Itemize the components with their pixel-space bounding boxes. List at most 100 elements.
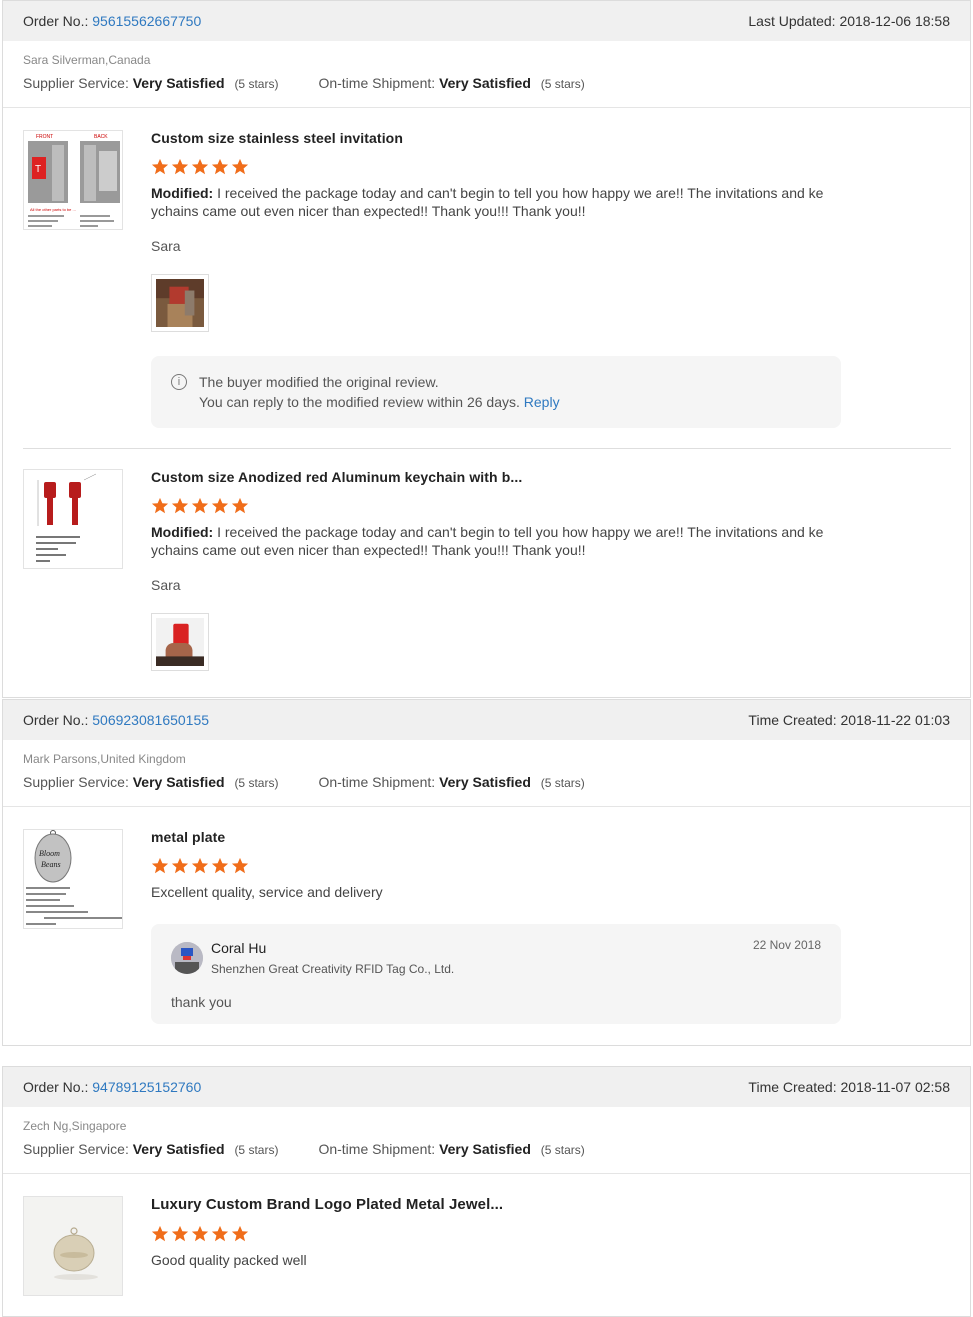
reply-company: Shenzhen Great Creativity RFID Tag Co., … [211, 962, 455, 976]
buyer-info: Mark Parsons,United Kingdom Supplier Ser… [3, 740, 970, 807]
shipment-stars: (5 stars) [540, 1143, 585, 1157]
product-title[interactable]: Custom size Anodized red Aluminum keycha… [151, 469, 841, 485]
star-icon [191, 857, 209, 874]
star-icon [191, 497, 209, 514]
supplier-service-stars: (5 stars) [234, 77, 279, 91]
review-signer: Sara [151, 577, 181, 593]
order-time-label: Time Created: [748, 712, 837, 728]
buyer-name: Mark Parsons,United Kingdom [23, 752, 186, 766]
product-thumbnail[interactable] [23, 1196, 123, 1296]
reply-date: 22 Nov 2018 [752, 938, 821, 952]
supplier-service-value: Very Satisfied [132, 1141, 225, 1157]
reply-author: Coral Hu [211, 940, 267, 956]
review-content: Custom size stainless steel invitation M… [151, 130, 841, 332]
order-number-label: Order No.: [23, 13, 89, 29]
shipment-label: On-time Shipment: [318, 1141, 436, 1157]
star-icon [191, 158, 209, 175]
product-title[interactable]: Custom size stainless steel invitation [151, 130, 841, 146]
star-rating [151, 497, 841, 515]
order-time: Last Updated: 2018-12-06 18:58 [748, 13, 950, 29]
svg-text:All the other parts to be ...: All the other parts to be ... [30, 207, 76, 212]
star-rating [151, 1225, 841, 1243]
shipment-value: Very Satisfied [439, 774, 531, 790]
reply-link[interactable]: Reply [524, 394, 560, 410]
avatar [171, 942, 203, 974]
buyer-name: Zech Ng,Singapore [23, 1119, 127, 1133]
star-icon [171, 497, 189, 514]
review-content: Luxury Custom Brand Logo Plated Metal Je… [151, 1196, 841, 1269]
buyer-info: Sara Silverman,Canada Supplier Service: … [3, 41, 970, 108]
review-content: Custom size Anodized red Aluminum keycha… [151, 469, 841, 671]
star-icon [211, 497, 229, 514]
product-thumbnail[interactable]: Bloom Beans [23, 829, 123, 929]
star-icon [171, 1225, 189, 1242]
svg-text:Beans: Beans [41, 860, 61, 869]
info-icon: i [171, 374, 187, 390]
review-signer: Sara [151, 238, 181, 254]
star-icon [231, 158, 249, 175]
star-icon [191, 1225, 209, 1242]
modified-label: Modified: [151, 185, 214, 201]
svg-text:T: T [35, 164, 41, 175]
order-number: Order No.: 94789125152760 [23, 1079, 201, 1095]
review-body: I received the package today and can't b… [151, 185, 824, 219]
product-thumbnail[interactable]: FRONT BACK T All the other parts to be .… [23, 130, 123, 230]
order-header: Order No.: 95615562667750 Last Updated: … [3, 1, 970, 41]
order-number: Order No.: 95615562667750 [23, 13, 201, 29]
supplier-service-label: Supplier Service: [23, 1141, 129, 1157]
item-divider [23, 448, 951, 449]
supplier-reply: Coral Hu Shenzhen Great Creativity RFID … [151, 924, 841, 1024]
service-ratings: Supplier Service: Very Satisfied (5 star… [23, 1141, 950, 1157]
modified-review-notice: i The buyer modified the original review… [151, 356, 841, 428]
shipment-rating: On-time Shipment: Very Satisfied (5 star… [318, 75, 584, 91]
order-number-link[interactable]: 95615562667750 [92, 13, 201, 29]
shipment-rating: On-time Shipment: Very Satisfied (5 star… [318, 1141, 584, 1157]
order-time-value: 2018-11-07 02:58 [840, 1079, 951, 1095]
star-icon [231, 1225, 249, 1242]
order-card: Order No.: 506923081650155 Time Created:… [2, 699, 971, 1046]
order-number: Order No.: 506923081650155 [23, 712, 209, 728]
order-time: Time Created: 2018-11-22 01:03 [748, 712, 950, 728]
star-icon [211, 158, 229, 175]
order-time-value: 2018-12-06 18:58 [839, 13, 950, 29]
reply-message: thank you [171, 994, 232, 1010]
buyer-name: Sara Silverman,Canada [23, 53, 151, 67]
order-number-label: Order No.: [23, 1079, 89, 1095]
supplier-service-value: Very Satisfied [132, 774, 225, 790]
order-number-link[interactable]: 94789125152760 [92, 1079, 201, 1095]
star-icon [171, 857, 189, 874]
product-title[interactable]: Luxury Custom Brand Logo Plated Metal Je… [151, 1196, 841, 1213]
order-header: Order No.: 506923081650155 Time Created:… [3, 700, 970, 740]
shipment-stars: (5 stars) [540, 776, 585, 790]
order-time: Time Created: 2018-11-07 02:58 [748, 1079, 950, 1095]
shipment-label: On-time Shipment: [318, 774, 436, 790]
review-content: metal plate Excellent quality, service a… [151, 829, 841, 901]
modified-label: Modified: [151, 524, 214, 540]
star-icon [211, 857, 229, 874]
review-photo[interactable] [151, 274, 209, 332]
star-icon [151, 857, 169, 874]
notice-line-1: The buyer modified the original review. [199, 374, 439, 390]
supplier-service-stars: (5 stars) [234, 776, 279, 790]
star-icon [171, 158, 189, 175]
supplier-service-label: Supplier Service: [23, 75, 129, 91]
shipment-label: On-time Shipment: [318, 75, 436, 91]
shipment-value: Very Satisfied [439, 75, 531, 91]
shipment-rating: On-time Shipment: Very Satisfied (5 star… [318, 774, 584, 790]
order-header: Order No.: 94789125152760 Time Created: … [3, 1067, 970, 1107]
order-time-label: Time Created: [748, 1079, 837, 1095]
star-icon [231, 857, 249, 874]
buyer-info: Zech Ng,Singapore Supplier Service: Very… [3, 1107, 970, 1174]
order-card: Order No.: 94789125152760 Time Created: … [2, 1066, 971, 1317]
order-time-value: 2018-11-22 01:03 [840, 712, 951, 728]
supplier-service-rating: Supplier Service: Very Satisfied (5 star… [23, 75, 278, 91]
review-photo[interactable] [151, 613, 209, 671]
review-body: I received the package today and can't b… [151, 524, 824, 558]
star-rating [151, 857, 841, 875]
notice-line-2: You can reply to the modified review wit… [199, 394, 520, 410]
product-thumbnail[interactable] [23, 469, 123, 569]
product-title[interactable]: metal plate [151, 829, 841, 845]
order-number-link[interactable]: 506923081650155 [92, 712, 209, 728]
order-card: Order No.: 95615562667750 Last Updated: … [2, 0, 971, 698]
review-text: Excellent quality, service and delivery [151, 884, 383, 900]
